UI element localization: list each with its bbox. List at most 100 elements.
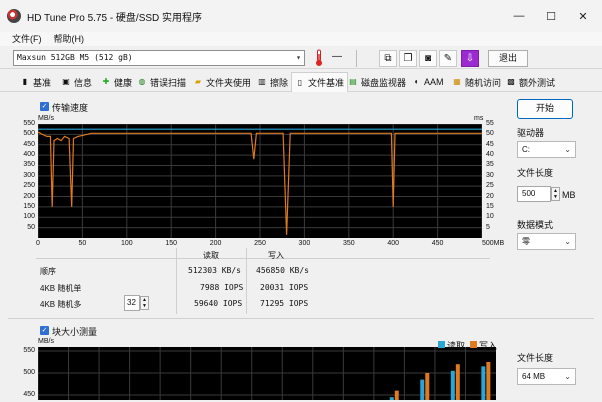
drive-select[interactable]: Maxsun 512GB M5 (512 gB) ▾	[13, 50, 305, 66]
health-icon: ✚	[102, 77, 110, 86]
x-tick-label: 150	[165, 240, 178, 247]
chevron-down-icon: ⌄	[564, 237, 571, 246]
drive-combo-value: C:	[522, 145, 530, 154]
thermometer-icon	[316, 49, 322, 66]
tab-label: 信息	[74, 77, 93, 88]
block-y-tick-label: 450	[23, 391, 35, 398]
block-size-checkbox[interactable]: ✓	[40, 326, 49, 335]
file-length2-label: 文件长度	[517, 353, 554, 363]
speaker-icon: ◖	[413, 77, 419, 86]
tab-aam[interactable]: ◖ AAM	[411, 75, 444, 89]
tab-label: 健康	[114, 77, 133, 88]
x-tick-label: 0	[36, 240, 40, 247]
transfer-speed-label: 传输速度	[52, 103, 89, 113]
info-icon: ▣	[62, 77, 70, 86]
y2-tick-label: 5	[486, 223, 490, 231]
header-read: 读取	[203, 251, 219, 260]
y2-tick-label: 40	[486, 151, 494, 159]
file-length2-combo[interactable]: 64 MB ⌄	[517, 368, 576, 385]
table-divider	[176, 248, 177, 314]
x-tick-label: 50	[78, 240, 87, 247]
transfer-chart	[37, 123, 483, 238]
table-divider	[246, 248, 247, 314]
x-tick-label: 300	[298, 240, 311, 247]
y2-tick-label: 15	[486, 202, 494, 210]
save-icon[interactable]: ⇩	[461, 50, 479, 67]
window-title: HD Tune Pro 5.75 - 硬盘/SSD 实用程序	[27, 12, 203, 24]
y2-tick-label: 50	[486, 130, 494, 138]
drive-select-value: Maxsun 512GB M5 (512 gB)	[17, 53, 133, 62]
tab-error-scan[interactable]: ◍ 错误扫描	[137, 75, 187, 89]
file-length-unit: MB	[562, 190, 576, 200]
data-pattern-combo[interactable]: 零 ⌄	[517, 233, 576, 250]
benchmark-icon: ▮	[22, 77, 28, 86]
tab-label: 额外测试	[519, 77, 556, 88]
file-length-label: 文件长度	[517, 168, 554, 178]
y-tick-label: 500	[23, 130, 35, 138]
bar-write	[394, 390, 399, 400]
y2-tick-label: 25	[486, 182, 494, 190]
drive-combo[interactable]: C: ⌄	[517, 141, 576, 158]
extra-tests-icon: ▩	[507, 77, 515, 86]
copy-icon[interactable]: ⧉	[379, 50, 397, 67]
random-access-icon: ▦	[453, 77, 461, 86]
read-value: 59640 IOPS	[194, 299, 243, 308]
camera-icon[interactable]: ◙	[419, 50, 437, 67]
chevron-down-icon: ⌄	[564, 145, 571, 154]
menu-file[interactable]: 文件(F)	[12, 32, 42, 46]
legend-read-swatch	[438, 341, 445, 348]
y2-tick-label: 10	[486, 213, 494, 221]
tab-label: 文件基准	[308, 78, 345, 88]
toolbar: Maxsun 512GB M5 (512 gB) ▾ — ⧉ ❐ ◙ ✎ ⇩ 退…	[0, 47, 602, 69]
write-value: 71295 IOPS	[260, 299, 309, 308]
menu-bar: 文件(F) 帮助(H)	[0, 32, 602, 46]
y-tick-label: 100	[23, 213, 35, 221]
y-tick-label: 200	[23, 192, 35, 200]
queue-depth-input[interactable]: 32	[124, 295, 140, 311]
tab-erase[interactable]: ▥ 擦除	[257, 75, 288, 89]
x-tick-label: 100	[120, 240, 133, 247]
magnifier-icon: ◍	[138, 77, 146, 86]
tab-info[interactable]: ▣ 信息	[61, 75, 92, 89]
y2-tick-label: 35	[486, 161, 494, 169]
y-unit-right: ms	[474, 115, 484, 122]
header-write: 写入	[268, 251, 284, 260]
section-divider	[8, 318, 594, 319]
tab-disk-monitor[interactable]: ▤ 磁盘监视器	[348, 75, 406, 89]
y-tick-label: 550	[23, 120, 35, 127]
y2-tick-label: 55	[486, 120, 494, 127]
copy-text-icon[interactable]: ❐	[399, 50, 417, 67]
data-pattern-label: 数据模式	[517, 220, 554, 230]
exit-button[interactable]: 退出	[488, 50, 528, 67]
y-tick-label: 150	[23, 202, 35, 210]
row-label: 4KB 随机多	[40, 300, 82, 309]
options-icon[interactable]: ✎	[439, 50, 457, 67]
temperature-value: —	[332, 51, 342, 62]
file-length-input[interactable]: 500	[517, 186, 551, 202]
tab-file-benchmark[interactable]: ▯ 文件基准	[291, 72, 349, 92]
x-tick-label: 400	[387, 240, 400, 247]
tab-random-access[interactable]: ▦ 随机访问	[452, 75, 501, 89]
read-value: 512303 KB/s	[188, 266, 241, 275]
tab-label: 文件夹使用	[206, 77, 252, 88]
tab-label: 错误扫描	[150, 77, 187, 88]
menu-help[interactable]: 帮助(H)	[54, 32, 85, 46]
queue-depth-spinner[interactable]: ▲ ▼	[140, 296, 149, 310]
start-button[interactable]: 开始	[517, 99, 573, 119]
close-button[interactable]: ✕	[560, 0, 602, 32]
transfer-speed-checkbox[interactable]: ✓	[40, 102, 49, 111]
read-value: 7988 IOPS	[200, 283, 244, 292]
block-y-tick-label: 550	[23, 347, 35, 354]
write-value: 20031 IOPS	[260, 283, 309, 292]
app-icon	[7, 9, 21, 23]
bar-write	[455, 364, 460, 400]
tab-health[interactable]: ✚ 健康	[101, 75, 132, 89]
tab-benchmark[interactable]: ▮ 基准	[20, 75, 51, 89]
tab-extra-tests[interactable]: ▩ 额外测试	[506, 75, 555, 89]
file-benchmark-icon: ▯	[297, 77, 303, 87]
file-length-spinner[interactable]: ▲ ▼	[551, 187, 560, 201]
legend-write-swatch	[470, 341, 477, 348]
tab-folder-usage[interactable]: ▰ 文件夹使用	[193, 75, 251, 89]
y-tick-label: 300	[23, 171, 35, 179]
table-divider	[36, 258, 490, 259]
